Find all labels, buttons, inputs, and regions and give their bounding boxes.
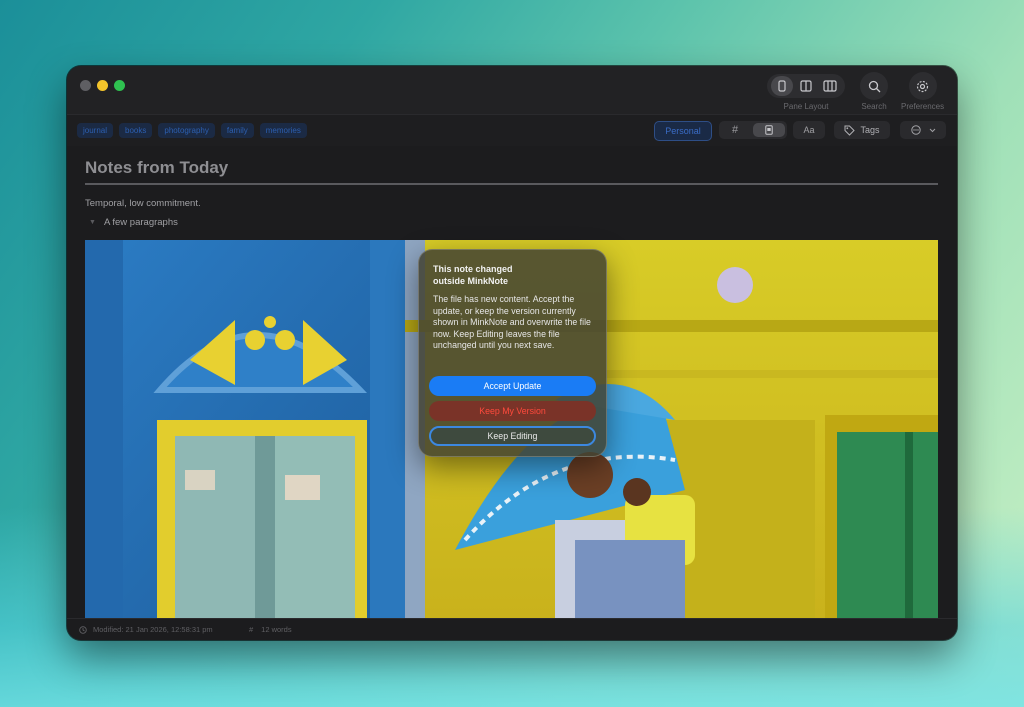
hashtag-button[interactable]: #	[719, 121, 751, 139]
preferences-group: Preferences	[901, 72, 944, 111]
maximize-window-button[interactable]	[114, 80, 125, 91]
tag-photography[interactable]: photography	[158, 123, 215, 138]
chevron-down-icon	[929, 128, 935, 132]
more-icon	[910, 125, 921, 135]
search-label: Search	[861, 102, 887, 111]
search-icon	[868, 80, 880, 92]
bullet-item[interactable]: ▼ A few paragraphs	[89, 217, 178, 228]
bullet-text: A few paragraphs	[103, 217, 178, 228]
keep-editing-button[interactable]: Keep Editing	[429, 426, 596, 446]
close-window-button[interactable]	[80, 80, 91, 91]
preview-button[interactable]	[753, 123, 785, 137]
tag-family[interactable]: family	[220, 123, 254, 138]
pane-layout-label: Pane Layout	[783, 102, 829, 111]
tags-button[interactable]: Tags	[834, 121, 890, 139]
gear-icon	[916, 80, 929, 92]
document-icon	[765, 125, 773, 135]
tag-memories[interactable]: memories	[259, 123, 307, 138]
search-group: Search	[860, 72, 888, 111]
modified-info: Modified: 21 Jan 2026, 12:58:31 pm	[79, 625, 213, 634]
dialog-title: This note changed outside MinkNote	[433, 264, 513, 286]
file-changed-dialog: This note changed outside MinkNote The f…	[418, 249, 607, 457]
note-line[interactable]: Temporal, low commitment.	[85, 198, 201, 209]
word-count-hash: #	[249, 625, 254, 634]
tags-button-label: Tags	[860, 125, 880, 135]
view-mode-control: #	[719, 121, 787, 139]
word-count: # 12 words	[249, 625, 292, 634]
title-bar: Pane Layout Search Preferences	[67, 66, 957, 114]
tag-journal[interactable]: journal	[77, 123, 114, 138]
search-button[interactable]	[860, 72, 888, 100]
format-toolbar: journal books photography family memorie…	[67, 114, 957, 148]
title-divider	[85, 183, 938, 185]
font-button[interactable]: Aa	[793, 121, 825, 139]
single-pane-button[interactable]	[771, 76, 793, 96]
minimize-window-button[interactable]	[97, 80, 108, 91]
word-count-text: 12 words	[261, 625, 292, 634]
keep-my-version-button[interactable]: Keep My Version	[429, 401, 596, 421]
preferences-label: Preferences	[901, 102, 945, 111]
pane-layout-group: Pane Layout	[767, 74, 845, 111]
single-pane-icon	[778, 80, 786, 92]
clock-icon	[79, 625, 87, 634]
three-pane-icon	[823, 80, 837, 92]
accept-update-button[interactable]: Accept Update	[429, 376, 596, 396]
note-title[interactable]: Notes from Today	[85, 158, 228, 178]
preferences-button[interactable]	[908, 72, 937, 100]
tag-list: journal books photography family memorie…	[77, 123, 307, 138]
tag-icon	[844, 125, 856, 136]
pane-layout-control	[767, 74, 845, 98]
status-bar: Modified: 21 Jan 2026, 12:58:31 pm # 12 …	[67, 618, 957, 640]
tag-books[interactable]: books	[119, 123, 153, 138]
more-options-button[interactable]	[900, 121, 946, 139]
collection-button[interactable]: Personal	[654, 121, 712, 141]
three-pane-button[interactable]	[819, 76, 841, 96]
two-pane-button[interactable]	[795, 76, 817, 96]
dialog-message: The file has new content. Accept the upd…	[433, 294, 591, 351]
modified-text: Modified: 21 Jan 2026, 12:58:31 pm	[93, 625, 213, 634]
bullet-marker: ▼	[89, 219, 96, 226]
two-pane-icon	[800, 80, 812, 92]
